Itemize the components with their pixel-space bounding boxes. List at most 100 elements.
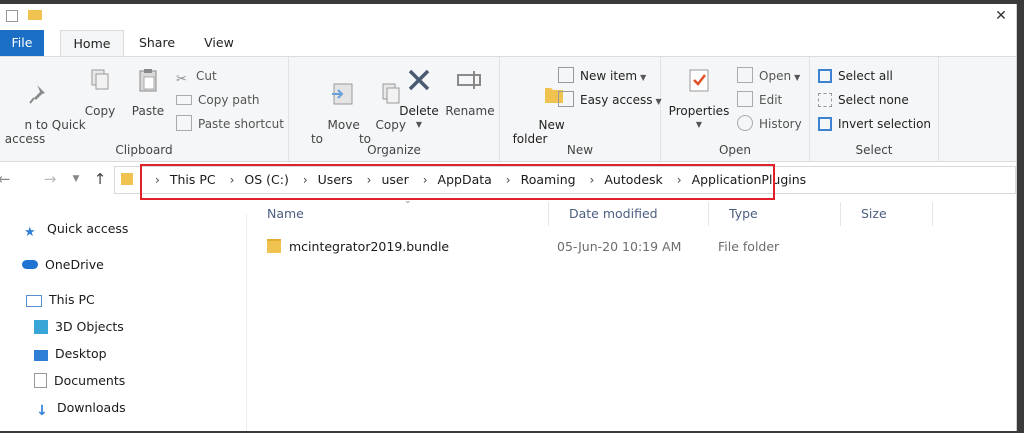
- nav-item-this-pc[interactable]: This PC: [26, 290, 95, 310]
- new-item-caret: ▼: [640, 73, 647, 82]
- title-bar: ✕: [0, 4, 1016, 30]
- breadcrumb-autodesk[interactable]: Autodesk: [604, 167, 662, 193]
- nav-item-label: Documents: [54, 373, 126, 388]
- quick-access-toolbar-icon[interactable]: [6, 10, 18, 22]
- select-all-button[interactable]: Select all: [818, 67, 893, 85]
- nav-item-label: Quick access: [47, 221, 129, 236]
- delete-dropdown-caret[interactable]: ▼: [397, 118, 441, 132]
- copy-button[interactable]: Copy: [80, 65, 120, 118]
- edit-label: Edit: [759, 93, 783, 107]
- copy-icon: [91, 69, 109, 90]
- easy-access-button[interactable]: Easy access ▼: [558, 91, 662, 109]
- cut-button[interactable]: ✂ Cut: [176, 67, 217, 87]
- history-icon: [737, 115, 753, 131]
- folder-icon: [28, 10, 42, 20]
- paste-icon: [139, 69, 157, 92]
- breadcrumb-separator: ›: [229, 173, 235, 187]
- pin-to-quick-access-label: n to Quick access: [4, 118, 86, 146]
- rename-button[interactable]: Rename: [445, 65, 495, 118]
- edit-button[interactable]: Edit: [737, 91, 782, 109]
- nav-item-desktop[interactable]: Desktop: [34, 344, 107, 364]
- new-group: New folder New item ▼ Easy access ▼ New: [500, 57, 662, 161]
- copy-path-button[interactable]: Copy path: [176, 91, 260, 109]
- properties-dropdown-caret[interactable]: ▼: [667, 118, 731, 132]
- invert-selection-label: Invert selection: [838, 117, 932, 131]
- cube-icon: [34, 320, 48, 334]
- nav-item-documents[interactable]: Documents: [34, 371, 125, 391]
- open-icon: [737, 67, 753, 83]
- invert-selection-button[interactable]: Invert selection: [818, 115, 931, 133]
- tab-home[interactable]: Home: [60, 30, 124, 57]
- select-none-icon: [818, 93, 832, 107]
- select-group: Select all Select none Invert selection …: [810, 57, 939, 161]
- open-caret: ▼: [794, 73, 801, 82]
- nav-item-3d-objects[interactable]: 3D Objects: [34, 317, 124, 337]
- breadcrumb-separator: ›: [366, 173, 372, 187]
- column-header-type[interactable]: Type: [709, 202, 841, 226]
- edit-icon: [737, 91, 753, 107]
- breadcrumb-appdata[interactable]: AppData: [438, 167, 492, 193]
- table-row[interactable]: mcintegrator2019.bundle 05-Jun-20 10:19 …: [247, 236, 1007, 258]
- breadcrumb-user[interactable]: user: [381, 167, 408, 193]
- select-none-button[interactable]: Select none: [818, 91, 909, 109]
- open-button[interactable]: Open ▼: [737, 67, 800, 85]
- paste-button[interactable]: Paste: [128, 65, 168, 118]
- rename-label: Rename: [445, 104, 495, 118]
- desktop-icon: [34, 350, 48, 361]
- paste-shortcut-button[interactable]: Paste shortcut: [176, 115, 284, 133]
- folder-icon: [267, 239, 281, 253]
- delete-button[interactable]: Delete ▼: [397, 65, 441, 132]
- breadcrumb-applicationplugins[interactable]: ApplicationPlugins: [692, 167, 807, 193]
- easy-access-icon: [558, 91, 574, 107]
- select-none-label: Select none: [838, 93, 909, 107]
- breadcrumb-roaming[interactable]: Roaming: [521, 167, 576, 193]
- nav-item-label: Desktop: [55, 346, 107, 361]
- breadcrumb-separator: ›: [155, 173, 160, 187]
- column-header-size[interactable]: Size: [841, 202, 933, 226]
- tab-share[interactable]: Share: [130, 30, 184, 56]
- breadcrumb-os-c[interactable]: OS (C:): [244, 167, 288, 193]
- forward-arrow-icon[interactable]: →: [40, 170, 60, 188]
- rename-icon: [457, 71, 481, 89]
- cloud-icon: [22, 260, 38, 269]
- navigation-row: ← → ▼ ↑ › This PC › OS (C:) › Users › user ›…: [0, 162, 1016, 198]
- address-folder-icon: [121, 173, 133, 185]
- history-button[interactable]: History: [737, 115, 802, 133]
- column-header-name[interactable]: Name: [247, 202, 549, 226]
- breadcrumb-separator: ›: [302, 173, 308, 187]
- copy-path-icon: [176, 95, 192, 105]
- column-header-date-modified[interactable]: Date modified: [549, 202, 709, 226]
- paste-shortcut-icon: [176, 115, 192, 131]
- close-icon[interactable]: ✕: [992, 7, 1010, 25]
- new-item-button[interactable]: New item ▼: [558, 67, 646, 85]
- organize-group-label: Organize: [367, 143, 421, 157]
- ribbon: n to Quick access Copy Paste ✂ Cut Copy p…: [0, 56, 1016, 162]
- breadcrumb-users[interactable]: Users: [318, 167, 353, 193]
- open-label: Open: [759, 69, 792, 83]
- star-icon: ★: [24, 225, 36, 240]
- properties-button[interactable]: Properties ▼: [667, 65, 731, 132]
- tab-file[interactable]: File: [0, 30, 44, 56]
- address-bar[interactable]: › This PC › OS (C:) › Users › user › AppData …: [114, 166, 1016, 194]
- copy-path-label: Copy path: [198, 93, 260, 107]
- file-date-cell: 05-Jun-20 10:19 AM: [557, 239, 682, 254]
- open-group-label: Open: [718, 143, 752, 157]
- nav-item-quick-access[interactable]: ★ Quick access: [24, 219, 129, 240]
- breadcrumb-this-pc[interactable]: This PC: [170, 167, 216, 193]
- select-all-label: Select all: [838, 69, 893, 83]
- up-arrow-icon[interactable]: ↑: [90, 170, 110, 188]
- open-group: Properties ▼ Open ▼ Edit History Open: [661, 57, 810, 161]
- download-arrow-icon: ↓: [36, 403, 48, 419]
- organize-group: Move to Copy to Delete ▼ Rename Organize: [289, 57, 500, 161]
- tab-view[interactable]: View: [192, 30, 246, 56]
- back-arrow-icon[interactable]: ←: [0, 170, 14, 188]
- nav-item-downloads[interactable]: ↓ Downloads: [34, 398, 126, 418]
- breadcrumb-separator: ›: [589, 173, 595, 187]
- nav-item-onedrive[interactable]: OneDrive: [22, 255, 104, 275]
- new-item-label: New item: [580, 69, 638, 83]
- recent-locations-chevron-icon[interactable]: ▼: [66, 170, 86, 188]
- breadcrumb-separator: ›: [505, 173, 511, 187]
- new-item-icon: [558, 67, 574, 83]
- breadcrumb-separator: ›: [422, 173, 428, 187]
- breadcrumb-separator: ›: [676, 173, 682, 187]
